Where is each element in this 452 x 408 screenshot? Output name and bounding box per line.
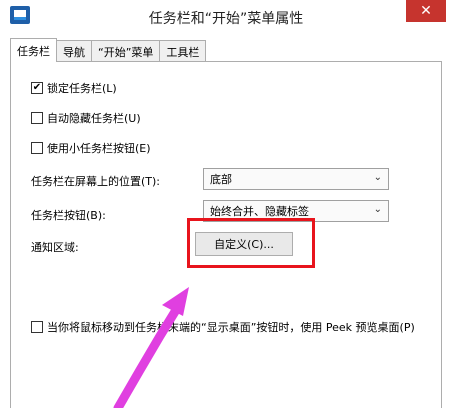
annotation-arrow	[113, 287, 189, 408]
tab-taskbar[interactable]: 任务栏	[10, 38, 57, 62]
properties-window: 任务栏和“开始”菜单属性 ✕ 任务栏 导航 “开始”菜单 工具栏 ✔ 锁定任务栏…	[0, 0, 452, 408]
